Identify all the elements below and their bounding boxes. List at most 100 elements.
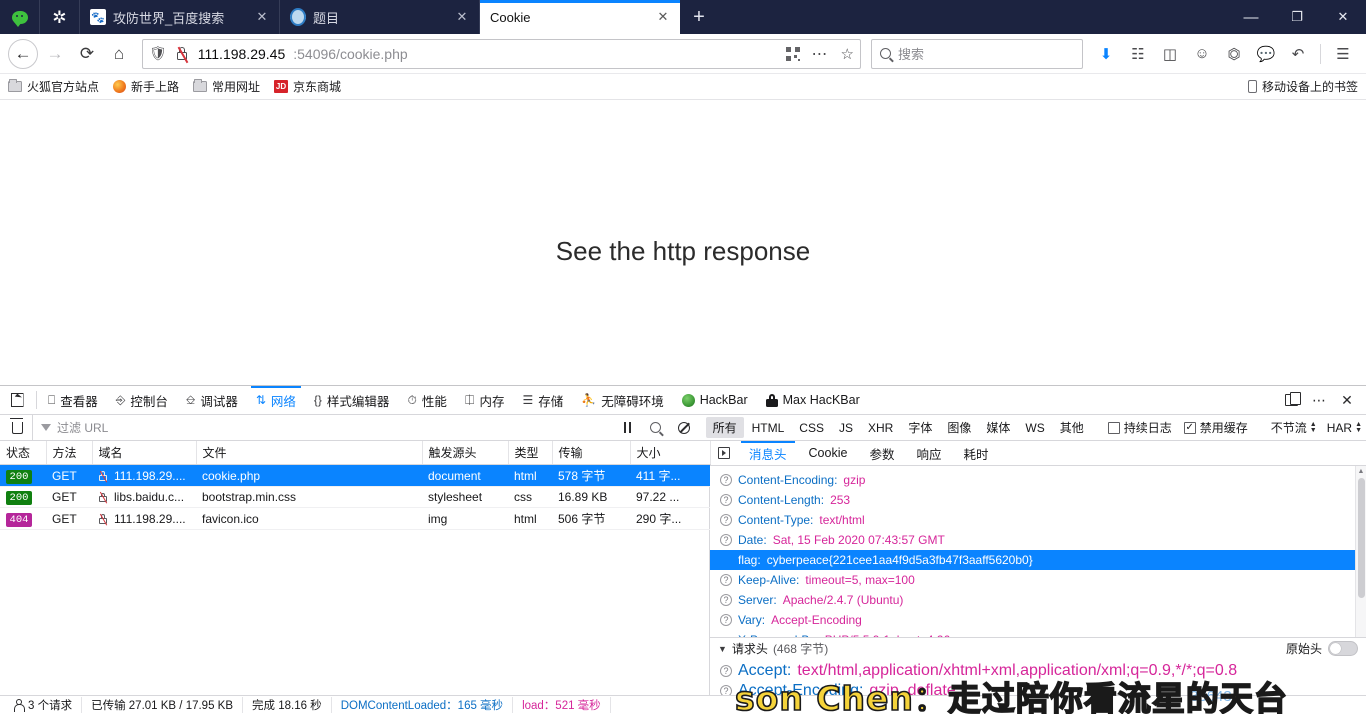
menu-icon[interactable]: ☰ (1328, 39, 1358, 69)
close-icon[interactable]: ✕ (1333, 392, 1361, 409)
home-button[interactable]: ⌂ (104, 39, 134, 69)
table-row[interactable]: 404 GET 111.198.29.... favicon.ico img h… (0, 507, 710, 530)
help-icon[interactable]: ? (720, 514, 732, 526)
chat-extension-button[interactable] (0, 0, 40, 34)
new-tab-button[interactable]: + (680, 0, 718, 34)
devtools-tab-style-editor[interactable]: {} 样式编辑器 (305, 386, 399, 414)
bookmark-item-2[interactable]: 常用网址 (193, 78, 260, 95)
header-row-flag[interactable]: flag: cyberpeace{221cee1aa4f9d5a3fb47f3a… (710, 550, 1366, 570)
devtools-tab-performance[interactable]: ⏱ 性能 (398, 386, 455, 414)
filter-js[interactable]: JS (832, 419, 860, 437)
header-row[interactable]: ? Accept-Encoding: gzip, deflate (710, 681, 1366, 695)
header-row[interactable]: ? Content-Type: text/html (710, 510, 1366, 530)
header-row[interactable]: X-Powered-By: PHP/5.5.9-1ubuntu4.26 (710, 630, 1366, 637)
column-method[interactable]: 方法 (46, 441, 93, 465)
toggle-switch[interactable] (1328, 641, 1358, 656)
devtools-tab-network[interactable]: ⇅ 网络 (247, 386, 305, 414)
bookmark-star-icon[interactable]: ☆ (841, 45, 854, 63)
column-cause[interactable]: 触发源头 (422, 441, 509, 465)
clear-requests-button[interactable] (4, 417, 30, 434)
chat-icon[interactable]: 💬 (1251, 39, 1281, 69)
header-row[interactable]: ? Accept: text/html,application/xhtml+xm… (710, 661, 1366, 681)
header-row[interactable]: ? Keep-Alive: timeout=5, max=100 (710, 570, 1366, 590)
back-button[interactable]: ← (8, 38, 38, 69)
har-dropdown[interactable]: HAR ▲ ▼ (1327, 421, 1362, 435)
element-picker-button[interactable] (0, 386, 34, 414)
chevron-down-icon[interactable]: ▼ (718, 644, 727, 654)
forward-button[interactable]: → (40, 39, 70, 69)
scrollbar-thumb[interactable] (1358, 478, 1365, 598)
tab-0[interactable]: 🐾 攻防世界_百度搜索 ✕ (80, 0, 280, 34)
library-icon[interactable]: ☷ (1123, 39, 1153, 69)
details-tab-response[interactable]: 响应 (905, 441, 952, 465)
column-domain[interactable]: 域名 (92, 441, 197, 465)
undo-icon[interactable]: ↶ (1283, 39, 1313, 69)
column-size[interactable]: 大小 (630, 441, 711, 465)
page-actions-button[interactable]: ⋯ (808, 44, 833, 64)
tab-1[interactable]: 题目 ✕ (280, 0, 480, 34)
details-tab-params[interactable]: 参数 (858, 441, 905, 465)
block-requests-button[interactable] (671, 415, 697, 440)
devtools-tab-console[interactable]: ⎆ 控制台 (107, 386, 177, 414)
sidebar-icon[interactable]: ◫ (1155, 39, 1185, 69)
close-button[interactable]: ✕ (1320, 0, 1366, 34)
header-row[interactable]: ? Date: Sat, 15 Feb 2020 07:43:57 GMT (710, 530, 1366, 550)
bookmark-item-0[interactable]: 火狐官方站点 (8, 78, 99, 95)
qr-code-icon[interactable] (785, 46, 800, 61)
filter-ws[interactable]: WS (1018, 419, 1051, 437)
search-input[interactable]: 搜索 (871, 38, 1083, 69)
column-transfer[interactable]: 传输 (552, 441, 631, 465)
column-type[interactable]: 类型 (508, 441, 553, 465)
help-icon[interactable]: ? (720, 614, 732, 626)
disable-cache-checkbox[interactable]: ✓ 禁用缓存 (1183, 419, 1248, 436)
filter-all[interactable]: 所有 (705, 417, 744, 438)
account-icon[interactable]: ☺ (1187, 39, 1217, 69)
filter-css[interactable]: CSS (792, 419, 831, 437)
header-row[interactable]: ? Vary: Accept-Encoding (710, 610, 1366, 630)
help-icon[interactable]: ? (720, 494, 732, 506)
table-row[interactable]: 200 GET 111.198.29.... cookie.php docume… (0, 464, 710, 487)
devtools-tab-inspector[interactable]: ⎕ 查看器 (39, 386, 107, 414)
column-status[interactable]: 状态 (0, 441, 47, 465)
download-icon[interactable]: ⬇ (1091, 39, 1121, 69)
responsive-design-icon[interactable] (1277, 392, 1305, 406)
insecure-lock-icon[interactable] (175, 46, 190, 63)
table-row[interactable]: 200 GET libs.baidu.c... bootstrap.min.cs… (0, 486, 710, 508)
tab-close-button[interactable]: ✕ (453, 8, 471, 26)
devtools-tab-max-hackbar[interactable]: Max HacKBar (757, 386, 869, 414)
expand-pane-button[interactable] (710, 441, 738, 465)
bookmark-item-3[interactable]: JD 京东商城 (274, 78, 341, 95)
tab-close-button[interactable]: ✕ (654, 8, 672, 26)
details-tab-cookies[interactable]: Cookie (798, 441, 859, 465)
request-headers-section[interactable]: ▼ 请求头 (468 字节) 原始头 (710, 637, 1366, 659)
devtools-tab-hackbar[interactable]: HackBar (673, 386, 757, 414)
details-scrollbar[interactable]: ▲ (1355, 466, 1366, 637)
filter-fonts[interactable]: 字体 (901, 417, 939, 438)
details-tab-headers[interactable]: 消息头 (738, 441, 798, 465)
help-icon[interactable]: ? (720, 534, 732, 546)
persist-logs-checkbox[interactable]: 持续日志 (1107, 419, 1172, 436)
devtools-tab-accessibility[interactable]: ⛹ 无障碍环境 (572, 386, 672, 414)
meatball-menu-icon[interactable]: ⋯ (1305, 392, 1333, 409)
column-file[interactable]: 文件 (196, 441, 423, 465)
mobile-bookmarks-button[interactable]: 移动设备上的书签 (1247, 78, 1358, 95)
search-requests-button[interactable] (643, 415, 669, 440)
header-row[interactable]: ? Server: Apache/2.4.7 (Ubuntu) (710, 590, 1366, 610)
devtools-tab-debugger[interactable]: ⎒ 调试器 (177, 386, 247, 414)
pause-button[interactable] (615, 415, 641, 440)
reload-button[interactable]: ⟳ (72, 39, 102, 69)
filter-xhr[interactable]: XHR (861, 419, 900, 437)
devtools-tab-memory[interactable]: ⎅ 内存 (456, 386, 514, 414)
screenshot-icon[interactable]: ⏣ (1219, 39, 1249, 69)
filter-images[interactable]: 图像 (940, 417, 978, 438)
bookmark-item-1[interactable]: 新手上路 (113, 78, 179, 95)
filter-html[interactable]: HTML (745, 419, 792, 437)
scroll-up-icon[interactable]: ▲ (1356, 466, 1366, 477)
header-row[interactable]: ? Content-Encoding: gzip (710, 470, 1366, 490)
filter-other[interactable]: 其他 (1053, 417, 1091, 438)
restore-button[interactable]: ❐ (1274, 0, 1320, 34)
tab-2[interactable]: Cookie ✕ (480, 0, 680, 34)
help-icon[interactable]: ? (720, 594, 732, 606)
raw-headers-toggle[interactable]: 原始头 (1286, 640, 1358, 657)
minimize-button[interactable]: — (1228, 0, 1274, 34)
